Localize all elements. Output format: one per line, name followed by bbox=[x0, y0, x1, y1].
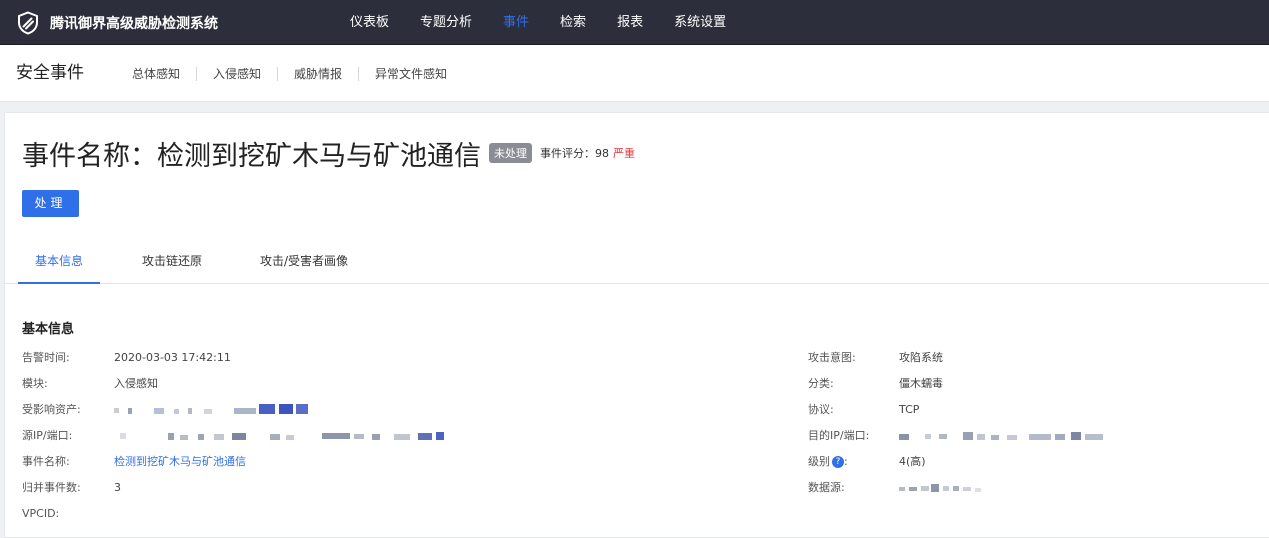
field-dest-ip: 目的IP/端口: bbox=[808, 426, 1248, 446]
app-title: 腾讯御界高级威胁检测系统 bbox=[50, 16, 218, 32]
field-protocol: 协议: TCP bbox=[808, 400, 1248, 420]
field-vpcid: VPCID: bbox=[22, 504, 382, 524]
field-event-name: 事件名称: 检测到挖矿木马与矿池通信 bbox=[22, 452, 382, 472]
field-value: 僵木蠕毒 bbox=[899, 377, 943, 390]
field-category: 分类: 僵木蠕毒 bbox=[808, 374, 1248, 394]
sub-nav: 总体感知 入侵感知 威胁情报 异常文件感知 bbox=[116, 45, 463, 102]
page-title: 安全事件 bbox=[16, 63, 84, 83]
field-label: 攻击意图: bbox=[808, 351, 856, 364]
field-value: TCP bbox=[899, 403, 920, 416]
redacted-value bbox=[899, 482, 1039, 494]
nav-search[interactable]: 检索 bbox=[560, 0, 586, 45]
event-name-link[interactable]: 检测到挖矿木马与矿池通信 bbox=[114, 452, 246, 472]
field-value: 2020-03-03 17:42:11 bbox=[114, 351, 231, 364]
field-label: VPCID: bbox=[22, 507, 60, 520]
nav-settings[interactable]: 系统设置 bbox=[674, 0, 726, 45]
subnav-threat-intel[interactable]: 威胁情报 bbox=[278, 65, 358, 82]
field-label: 事件名称: bbox=[22, 455, 70, 468]
detail-tabs: 基本信息 攻击链还原 攻击/受害者画像 bbox=[5, 243, 1269, 284]
severity-text: 严重 bbox=[613, 147, 635, 160]
top-navbar: 腾讯御界高级威胁检测系统 仪表板 专题分析 事件 检索 报表 系统设置 bbox=[0, 0, 1269, 45]
field-label: 分类: bbox=[808, 377, 834, 390]
nav-events[interactable]: 事件 bbox=[503, 0, 529, 45]
field-label: 数据源: bbox=[808, 481, 845, 494]
help-icon[interactable]: ? bbox=[832, 456, 844, 468]
redacted-value bbox=[899, 430, 1159, 442]
subnav-overall[interactable]: 总体感知 bbox=[116, 65, 196, 82]
field-label: 归并事件数: bbox=[22, 481, 81, 494]
event-headline: 事件名称： 检测到挖矿木马与矿池通信 未处理 事件评分： 98 严重 bbox=[22, 133, 635, 173]
tab-basic-info[interactable]: 基本信息 bbox=[18, 243, 100, 284]
score-value: 98 bbox=[595, 146, 609, 160]
field-source-ip: 源IP/端口: bbox=[22, 426, 444, 446]
field-alert-time: 告警时间: 2020-03-03 17:42:11 bbox=[22, 348, 382, 368]
subnav-intrusion[interactable]: 入侵感知 bbox=[197, 65, 277, 82]
redacted-value bbox=[114, 430, 464, 442]
field-value: 3 bbox=[114, 481, 121, 494]
field-merged-count: 归并事件数: 3 bbox=[22, 478, 382, 498]
field-label: 受影响资产: bbox=[22, 403, 81, 416]
field-data-source: 数据源: bbox=[808, 478, 1248, 498]
event-name-label: 事件名称： bbox=[22, 140, 157, 172]
score-label: 事件评分： bbox=[540, 147, 595, 160]
tab-attacker-victim-profile[interactable]: 攻击/受害者画像 bbox=[260, 243, 348, 284]
tab-attack-chain[interactable]: 攻击链还原 bbox=[142, 243, 202, 284]
field-value: 4(高) bbox=[899, 455, 926, 468]
field-label: 目的IP/端口: bbox=[808, 429, 870, 442]
field-value: 攻陷系统 bbox=[899, 351, 943, 364]
field-label: 告警时间: bbox=[22, 351, 70, 364]
handle-button[interactable]: 处理 bbox=[22, 190, 79, 217]
status-badge: 未处理 bbox=[489, 143, 532, 163]
sub-header: 安全事件 总体感知 入侵感知 威胁情报 异常文件感知 bbox=[0, 45, 1269, 102]
field-module: 模块: 入侵感知 bbox=[22, 374, 382, 394]
nav-dashboard[interactable]: 仪表板 bbox=[350, 0, 389, 45]
level-colon: : bbox=[844, 455, 848, 468]
field-label: 源IP/端口: bbox=[22, 429, 73, 442]
event-detail-panel: 事件名称： 检测到挖矿木马与矿池通信 未处理 事件评分： 98 严重 处理 基本… bbox=[4, 112, 1269, 538]
main-nav: 仪表板 专题分析 事件 检索 报表 系统设置 bbox=[350, 0, 757, 45]
field-value: 入侵感知 bbox=[114, 377, 158, 390]
field-label: 级别?: bbox=[808, 452, 848, 472]
section-title: 基本信息 bbox=[22, 322, 75, 337]
redacted-value bbox=[114, 404, 334, 416]
nav-topic-analysis[interactable]: 专题分析 bbox=[420, 0, 472, 45]
field-affected-asset: 受影响资产: bbox=[22, 400, 382, 420]
event-name: 检测到挖矿木马与矿池通信 bbox=[157, 140, 481, 172]
field-attack-intent: 攻击意图: 攻陷系统 bbox=[808, 348, 1248, 368]
field-label-text: 级别 bbox=[808, 455, 830, 468]
shield-logo-icon bbox=[18, 11, 38, 35]
field-label: 协议: bbox=[808, 403, 834, 416]
field-label: 模块: bbox=[22, 377, 48, 390]
subnav-abnormal-file[interactable]: 异常文件感知 bbox=[359, 65, 463, 82]
nav-reports[interactable]: 报表 bbox=[617, 0, 643, 45]
brand[interactable]: 腾讯御界高级威胁检测系统 bbox=[16, 10, 218, 36]
field-level: 级别?: 4(高) bbox=[808, 452, 1248, 472]
